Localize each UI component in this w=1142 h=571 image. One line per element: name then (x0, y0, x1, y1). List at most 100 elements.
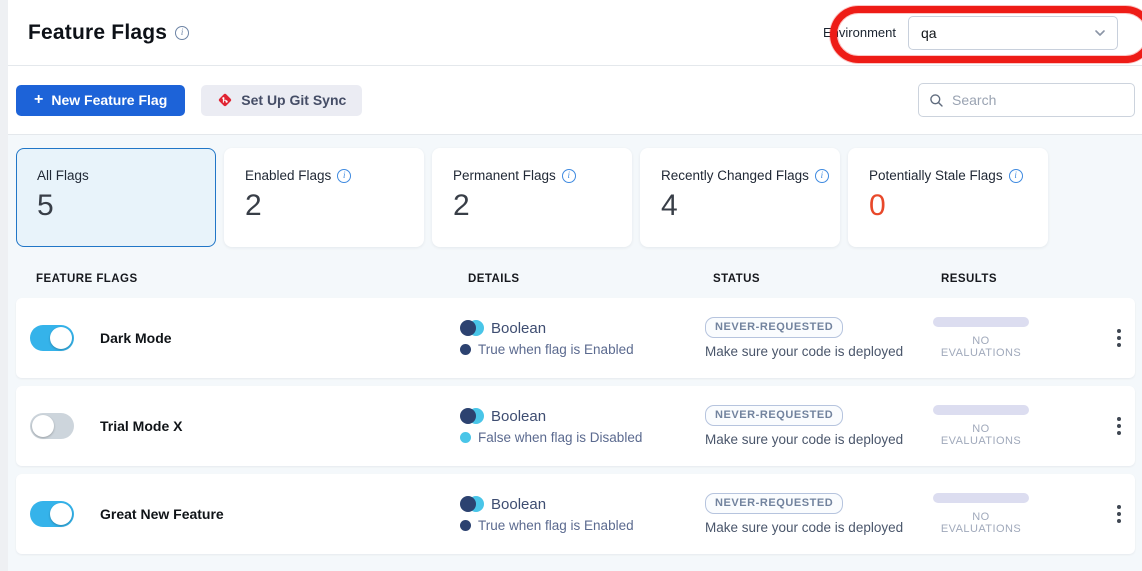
status-badge: NEVER-REQUESTED (705, 493, 843, 514)
kebab-menu-icon[interactable] (1111, 499, 1127, 529)
status-text: Make sure your code is deployed (705, 344, 903, 359)
git-logo-icon (217, 92, 233, 108)
stat-card-enabled-flags[interactable]: Enabled Flags i 2 (224, 148, 424, 247)
stat-card-label: Enabled Flags (245, 168, 331, 183)
stat-card-value: 4 (661, 189, 839, 224)
environment-selected-value: qa (921, 25, 937, 41)
stat-card-label-wrap: Permanent Flags i (453, 168, 631, 183)
results-progress-bar (933, 493, 1029, 503)
search-box[interactable] (918, 83, 1135, 117)
stat-card-label: Recently Changed Flags (661, 168, 809, 183)
kebab-cell (1093, 499, 1135, 529)
toolbar-left: + New Feature Flag Set Up Git Sync (16, 85, 362, 116)
info-icon[interactable]: i (1009, 169, 1023, 183)
stat-card-label-wrap: All Flags (37, 168, 215, 183)
page-title-info-icon[interactable]: i (175, 26, 189, 40)
details-cell: Boolean True when flag is Enabled (460, 320, 705, 357)
column-header-results: RESULTS (941, 273, 1101, 285)
column-header-feature-flags: FEATURE FLAGS (36, 273, 468, 285)
flag-name[interactable]: Dark Mode (100, 330, 172, 346)
results-text: NO EVALUATIONS (933, 423, 1029, 447)
stat-card-value: 2 (453, 189, 631, 224)
stat-card-label-wrap: Enabled Flags i (245, 168, 423, 183)
kebab-menu-icon[interactable] (1111, 411, 1127, 441)
flag-cell: Trial Mode X (30, 413, 460, 439)
info-icon[interactable]: i (562, 169, 576, 183)
status-text: Make sure your code is deployed (705, 520, 903, 535)
flag-type-label: Boolean (491, 320, 546, 337)
new-feature-flag-label: New Feature Flag (51, 92, 167, 108)
results-progress-bar (933, 317, 1029, 327)
value-dot-icon (460, 344, 471, 355)
details-cell: Boolean True when flag is Enabled (460, 496, 705, 533)
value-dot-icon (460, 520, 471, 531)
stat-card-potentially-stale-flags[interactable]: Potentially Stale Flags i 0 (848, 148, 1048, 247)
stat-card-permanent-flags[interactable]: Permanent Flags i 2 (432, 148, 632, 247)
search-icon (929, 93, 944, 108)
stat-card-recently-changed-flags[interactable]: Recently Changed Flags i 4 (640, 148, 840, 247)
page-header: Feature Flags i Environment qa (8, 0, 1142, 66)
app-root: Feature Flags i Environment qa + New Fea… (8, 0, 1142, 571)
toggle-knob (32, 415, 54, 437)
search-input[interactable] (952, 92, 1133, 108)
status-cell: NEVER-REQUESTED Make sure your code is d… (705, 493, 933, 535)
kebab-cell (1093, 323, 1135, 353)
flag-type-line: Boolean (460, 320, 705, 337)
table-row: Trial Mode X Boolean False when flag is … (16, 386, 1135, 466)
flag-value-text: False when flag is Disabled (478, 430, 642, 445)
setup-git-sync-label: Set Up Git Sync (241, 92, 346, 108)
environment-selector-wrap: Environment qa (823, 16, 1132, 50)
status-badge: NEVER-REQUESTED (705, 405, 843, 426)
new-feature-flag-button[interactable]: + New Feature Flag (16, 85, 185, 116)
kebab-menu-icon[interactable] (1111, 323, 1127, 353)
flag-toggle[interactable] (30, 501, 74, 527)
results-cell: NO EVALUATIONS (933, 493, 1029, 535)
status-cell: NEVER-REQUESTED Make sure your code is d… (705, 405, 933, 447)
toolbar: + New Feature Flag Set Up Git Sync (8, 66, 1142, 135)
flag-value-line: False when flag is Disabled (460, 430, 705, 445)
info-icon[interactable]: i (337, 169, 351, 183)
flag-value-line: True when flag is Enabled (460, 518, 705, 533)
flag-type-line: Boolean (460, 408, 705, 425)
boolean-type-icon (460, 320, 484, 336)
stat-card-label: Permanent Flags (453, 168, 556, 183)
flag-toggle[interactable] (30, 325, 74, 351)
flag-toggle[interactable] (30, 413, 74, 439)
status-cell: NEVER-REQUESTED Make sure your code is d… (705, 317, 933, 359)
plus-icon: + (34, 91, 43, 109)
results-text: NO EVALUATIONS (933, 335, 1029, 359)
flag-cell: Dark Mode (30, 325, 460, 351)
results-cell: NO EVALUATIONS (933, 317, 1029, 359)
results-progress-bar (933, 405, 1029, 415)
stat-card-label: Potentially Stale Flags (869, 168, 1003, 183)
flag-name[interactable]: Trial Mode X (100, 418, 182, 434)
table-header: FEATURE FLAGS DETAILS STATUS RESULTS (16, 247, 1142, 298)
info-icon[interactable]: i (815, 169, 829, 183)
stat-card-label-wrap: Potentially Stale Flags i (869, 168, 1047, 183)
kebab-cell (1093, 411, 1135, 441)
value-dot-icon (460, 432, 471, 443)
stat-card-value: 0 (869, 189, 1047, 224)
setup-git-sync-button[interactable]: Set Up Git Sync (201, 85, 362, 116)
status-badge: NEVER-REQUESTED (705, 317, 843, 338)
stat-cards: All Flags 5 Enabled Flags i 2 Permanent … (16, 148, 1142, 247)
boolean-type-icon (460, 408, 484, 424)
environment-select[interactable]: qa (908, 16, 1118, 50)
flag-type-label: Boolean (491, 496, 546, 513)
environment-label: Environment (823, 25, 896, 40)
flag-name[interactable]: Great New Feature (100, 506, 224, 522)
status-text: Make sure your code is deployed (705, 432, 903, 447)
stat-card-all-flags[interactable]: All Flags 5 (16, 148, 216, 247)
column-header-details: DETAILS (468, 273, 713, 285)
table-row: Great New Feature Boolean True when flag… (16, 474, 1135, 554)
flag-rows: Dark Mode Boolean True when flag is Enab… (16, 298, 1135, 554)
stat-card-label-wrap: Recently Changed Flags i (661, 168, 839, 183)
flag-type-line: Boolean (460, 496, 705, 513)
results-cell: NO EVALUATIONS (933, 405, 1029, 447)
toggle-knob (50, 327, 72, 349)
content-area: All Flags 5 Enabled Flags i 2 Permanent … (8, 135, 1142, 571)
stat-card-value: 5 (37, 189, 215, 224)
flag-cell: Great New Feature (30, 501, 460, 527)
toggle-knob (50, 503, 72, 525)
table-row: Dark Mode Boolean True when flag is Enab… (16, 298, 1135, 378)
